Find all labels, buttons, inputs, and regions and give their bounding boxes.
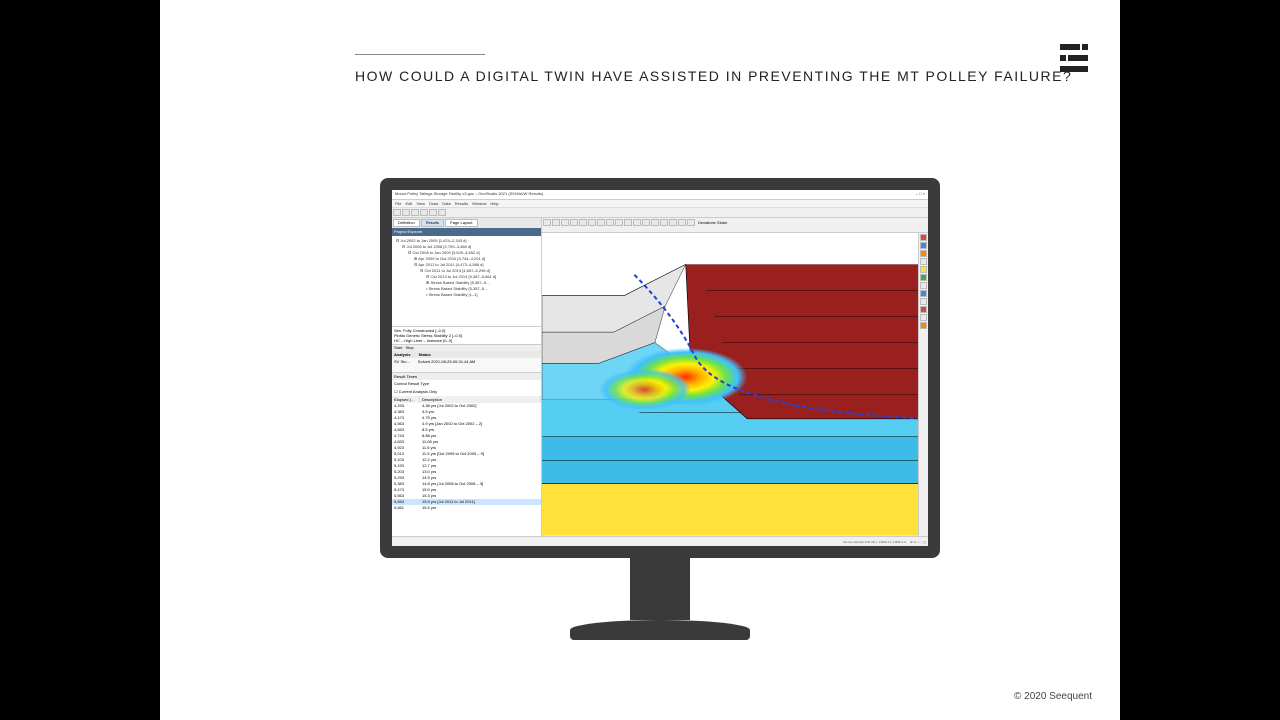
vtool-button[interactable] xyxy=(579,219,587,226)
vtool-button[interactable] xyxy=(588,219,596,226)
vtool-button[interactable] xyxy=(642,219,650,226)
side-button[interactable] xyxy=(920,314,927,321)
vtool-button[interactable] xyxy=(561,219,569,226)
toolbar-button[interactable] xyxy=(402,209,410,216)
results-controls-label: Control Result Type xyxy=(392,380,541,388)
monitor-graphic: Mount Polley Tailings Storage Facility v… xyxy=(380,178,940,650)
solver-stop-button[interactable]: Stop xyxy=(405,345,413,351)
left-panel: Definition Results Page Layout Project E… xyxy=(392,218,542,536)
menu-edit[interactable]: Edit xyxy=(405,201,412,206)
project-explorer-header: Project Explorer xyxy=(392,228,541,236)
monitor-neck xyxy=(630,558,690,620)
result-elapsed: 5,661 xyxy=(392,505,420,511)
side-button[interactable] xyxy=(920,274,927,281)
result-row[interactable]: 5,66115.5 yrs xyxy=(392,505,541,511)
analysis-info: Sim. Fully Constructed [–0.0]Pinitia Gen… xyxy=(392,326,541,344)
info-line: HC – High Liner – Instance [0–0] xyxy=(394,338,539,343)
toolbar-button[interactable] xyxy=(411,209,419,216)
main-toolbar[interactable] xyxy=(392,208,928,218)
toolbar-button[interactable] xyxy=(420,209,428,216)
tab-results[interactable]: Results xyxy=(421,219,444,227)
menu-results[interactable]: Results xyxy=(455,201,468,206)
side-button[interactable] xyxy=(920,266,927,273)
solver-manager: Start Stop Analysis Status SV Sto... Sol… xyxy=(392,344,541,372)
menu-window[interactable]: Window xyxy=(472,201,486,206)
vtool-button[interactable] xyxy=(678,219,686,226)
presentation-slide: HOW COULD A DIGITAL TWIN HAVE ASSISTED I… xyxy=(160,0,1120,720)
monitor-base xyxy=(570,620,750,640)
toolbar-button[interactable] xyxy=(393,209,401,216)
side-toolbar[interactable] xyxy=(918,233,928,536)
current-analysis-checkbox[interactable]: ☐ Current Analysis Only xyxy=(392,388,541,396)
vtool-button[interactable] xyxy=(570,219,578,226)
toolbar-button[interactable] xyxy=(429,209,437,216)
window-controls[interactable]: – □ × xyxy=(916,191,925,198)
status-zoom-controls[interactable]: ⊕ ⊖ ⌕ ⬚ ◫ xyxy=(910,540,926,544)
model-viewport[interactable] xyxy=(542,233,928,536)
status-bar: (for iso‑element 0.01 M) x: 2,862.3 y: 2… xyxy=(392,536,928,546)
solver-col-status: Status xyxy=(418,352,430,357)
side-button[interactable] xyxy=(920,234,927,241)
tab-definition[interactable]: Definition xyxy=(393,219,420,227)
vtool-button[interactable] xyxy=(633,219,641,226)
side-button[interactable] xyxy=(920,306,927,313)
vtool-button[interactable] xyxy=(615,219,623,226)
side-button[interactable] xyxy=(920,250,927,257)
solver-col-analysis: Analysis xyxy=(394,352,410,357)
menu-bar[interactable]: File Edit View Draw Data Results Window … xyxy=(392,200,928,208)
menu-data[interactable]: Data xyxy=(442,201,450,206)
vtool-button[interactable] xyxy=(660,219,668,226)
result-times-header: Result Times xyxy=(392,372,541,380)
side-button[interactable] xyxy=(920,282,927,289)
vtool-button[interactable] xyxy=(606,219,614,226)
result-times-table[interactable]: Elapsed (… Description 4,2934.38 yrs [Ju… xyxy=(392,396,541,536)
viewport-toolbar[interactable]: Deviatoric Strain xyxy=(542,218,928,233)
vtool-button[interactable] xyxy=(597,219,605,226)
menu-help[interactable]: Help xyxy=(490,201,498,206)
vtool-button[interactable] xyxy=(552,219,560,226)
monitor-bezel: Mount Polley Tailings Storage Facility v… xyxy=(380,178,940,558)
status-coords: (for iso‑element 0.01 M) x: 2,862.3 y: 2… xyxy=(843,540,906,544)
vtool-button[interactable] xyxy=(669,219,677,226)
solver-start-button[interactable]: Start xyxy=(394,345,402,351)
panel-tabs[interactable]: Definition Results Page Layout xyxy=(392,218,541,228)
solver-row-status: Solved 2021‑08‑25‑06:31:44 AM xyxy=(418,359,476,364)
toolbar-button[interactable] xyxy=(438,209,446,216)
vtool-button[interactable] xyxy=(543,219,551,226)
tab-page-layout[interactable]: Page Layout xyxy=(445,219,477,227)
side-button[interactable] xyxy=(920,298,927,305)
vtool-button[interactable] xyxy=(624,219,632,226)
slide-title: HOW COULD A DIGITAL TWIN HAVE ASSISTED I… xyxy=(355,68,1072,84)
col-description[interactable]: Description xyxy=(420,396,541,403)
slide-footer: © 2020 Seequent xyxy=(1014,691,1092,702)
col-elapsed[interactable]: Elapsed (… xyxy=(392,396,420,403)
vtool-button[interactable] xyxy=(651,219,659,226)
menu-draw[interactable]: Draw xyxy=(429,201,438,206)
side-button[interactable] xyxy=(920,290,927,297)
app-window: Mount Polley Tailings Storage Facility v… xyxy=(392,190,928,546)
right-panel: Deviatoric Strain xyxy=(542,218,928,536)
project-explorer-tree[interactable]: ⊟ Jul 2002 to Jan 2005 [1,424–2,343 d]⊟ … xyxy=(392,236,541,326)
result-description: 15.5 yrs xyxy=(420,505,541,511)
side-button[interactable] xyxy=(920,242,927,249)
side-button[interactable] xyxy=(920,258,927,265)
window-titlebar[interactable]: Mount Polley Tailings Storage Facility v… xyxy=(392,190,928,200)
tree-item[interactable]: • Stress Based Stability [1–1] xyxy=(394,292,539,298)
menu-file[interactable]: File xyxy=(395,201,401,206)
title-divider xyxy=(355,54,485,55)
menu-view[interactable]: View xyxy=(416,201,425,206)
side-button[interactable] xyxy=(920,322,927,329)
viewport-label: Deviatoric Strain xyxy=(696,219,729,231)
vtool-button[interactable] xyxy=(687,219,695,226)
window-title: Mount Polley Tailings Storage Facility v… xyxy=(395,191,543,198)
solver-row-name[interactable]: SV Sto... xyxy=(394,359,410,364)
seequent-logo xyxy=(1056,40,1092,76)
